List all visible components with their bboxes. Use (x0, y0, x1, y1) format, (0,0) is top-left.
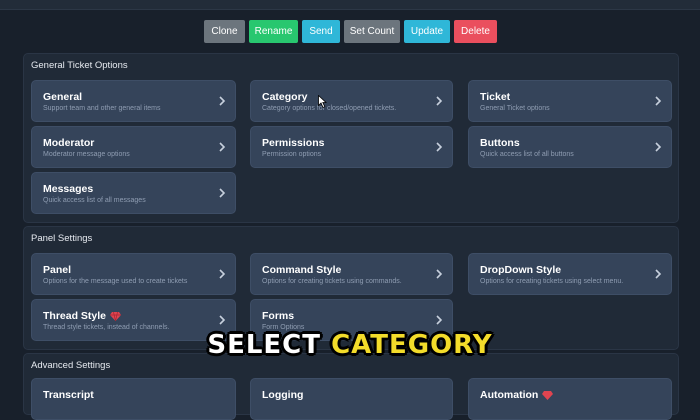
card-general[interactable]: General Support team and other general i… (31, 80, 236, 122)
window-top-bar (0, 0, 700, 10)
card-transcript[interactable]: Transcript (31, 378, 236, 420)
card-description: Options for creating tickets using comma… (262, 278, 402, 285)
chevron-right-icon (436, 96, 443, 106)
mouse-cursor-icon (318, 95, 327, 108)
chevron-right-icon (219, 269, 226, 279)
card-description: Quick access list of all messages (43, 197, 146, 204)
section-title: General Ticket Options (31, 60, 128, 71)
card-description: Options for creating tickets using selec… (480, 278, 624, 285)
video-caption: SELECT CATEGORY (0, 330, 700, 360)
card-description: Support team and other general items (43, 105, 161, 112)
general-ticket-options-section: General Ticket Options General Support t… (23, 53, 679, 223)
card-panel[interactable]: Panel Options for the message used to cr… (31, 253, 236, 295)
chevron-right-icon (655, 269, 662, 279)
premium-gem-icon (542, 390, 554, 400)
card-messages[interactable]: Messages Quick access list of all messag… (31, 172, 236, 214)
card-title: Command Style (262, 264, 342, 276)
card-title: Thread Style (43, 310, 107, 322)
advanced-settings-section: Advanced Settings Transcript Logging Aut… (23, 353, 679, 420)
card-title: Buttons (480, 137, 520, 149)
chevron-right-icon (655, 96, 662, 106)
card-description: General Ticket options (480, 105, 550, 112)
card-logging[interactable]: Logging (250, 378, 453, 420)
card-title: Messages (43, 183, 94, 195)
card-ticket[interactable]: Ticket General Ticket options (468, 80, 672, 122)
card-command-style[interactable]: Command Style Options for creating ticke… (250, 253, 453, 295)
card-title: Category (262, 91, 308, 103)
chevron-right-icon (436, 142, 443, 152)
caption-word-select: SELECT (207, 330, 321, 360)
card-dropdown-style[interactable]: DropDown Style Options for creating tick… (468, 253, 672, 295)
rename-button[interactable]: Rename (249, 20, 298, 43)
card-description: Quick access list of all buttons (480, 151, 574, 158)
clone-button[interactable]: Clone (204, 20, 245, 43)
card-buttons[interactable]: Buttons Quick access list of all buttons (468, 126, 672, 168)
premium-gem-icon (110, 311, 122, 321)
card-category[interactable]: Category Category options for closed/ope… (250, 80, 453, 122)
section-title: Panel Settings (31, 233, 93, 244)
chevron-right-icon (219, 142, 226, 152)
send-button[interactable]: Send (302, 20, 340, 43)
caption-word-category: CATEGORY (331, 330, 493, 360)
delete-button[interactable]: Delete (454, 20, 497, 43)
chevron-right-icon (655, 142, 662, 152)
card-moderator[interactable]: Moderator Moderator message options (31, 126, 236, 168)
card-description: Category options for closed/opened ticke… (262, 105, 397, 112)
chevron-right-icon (436, 269, 443, 279)
toolbar: Clone Rename Send Set Count Update Delet… (0, 20, 700, 43)
card-title: Permissions (262, 137, 325, 149)
chevron-right-icon (436, 315, 443, 325)
card-title: Ticket (480, 91, 511, 103)
chevron-right-icon (219, 188, 226, 198)
card-title: Forms (262, 310, 295, 322)
card-title: Logging (262, 389, 304, 401)
card-automation[interactable]: Automation (468, 378, 672, 420)
card-description: Permission options (262, 151, 322, 158)
card-title: Panel (43, 264, 72, 276)
card-title: Moderator (43, 137, 95, 149)
card-title: General (43, 91, 83, 103)
chevron-right-icon (219, 96, 226, 106)
card-title: Transcript (43, 389, 94, 401)
update-button[interactable]: Update (404, 20, 450, 43)
chevron-right-icon (219, 315, 226, 325)
card-title: DropDown Style (480, 264, 562, 276)
set-count-button[interactable]: Set Count (344, 20, 400, 43)
card-title: Automation (480, 389, 539, 401)
card-permissions[interactable]: Permissions Permission options (250, 126, 453, 168)
section-title: Advanced Settings (31, 360, 111, 371)
card-description: Moderator message options (43, 151, 130, 158)
card-description: Options for the message used to create t… (43, 278, 188, 285)
